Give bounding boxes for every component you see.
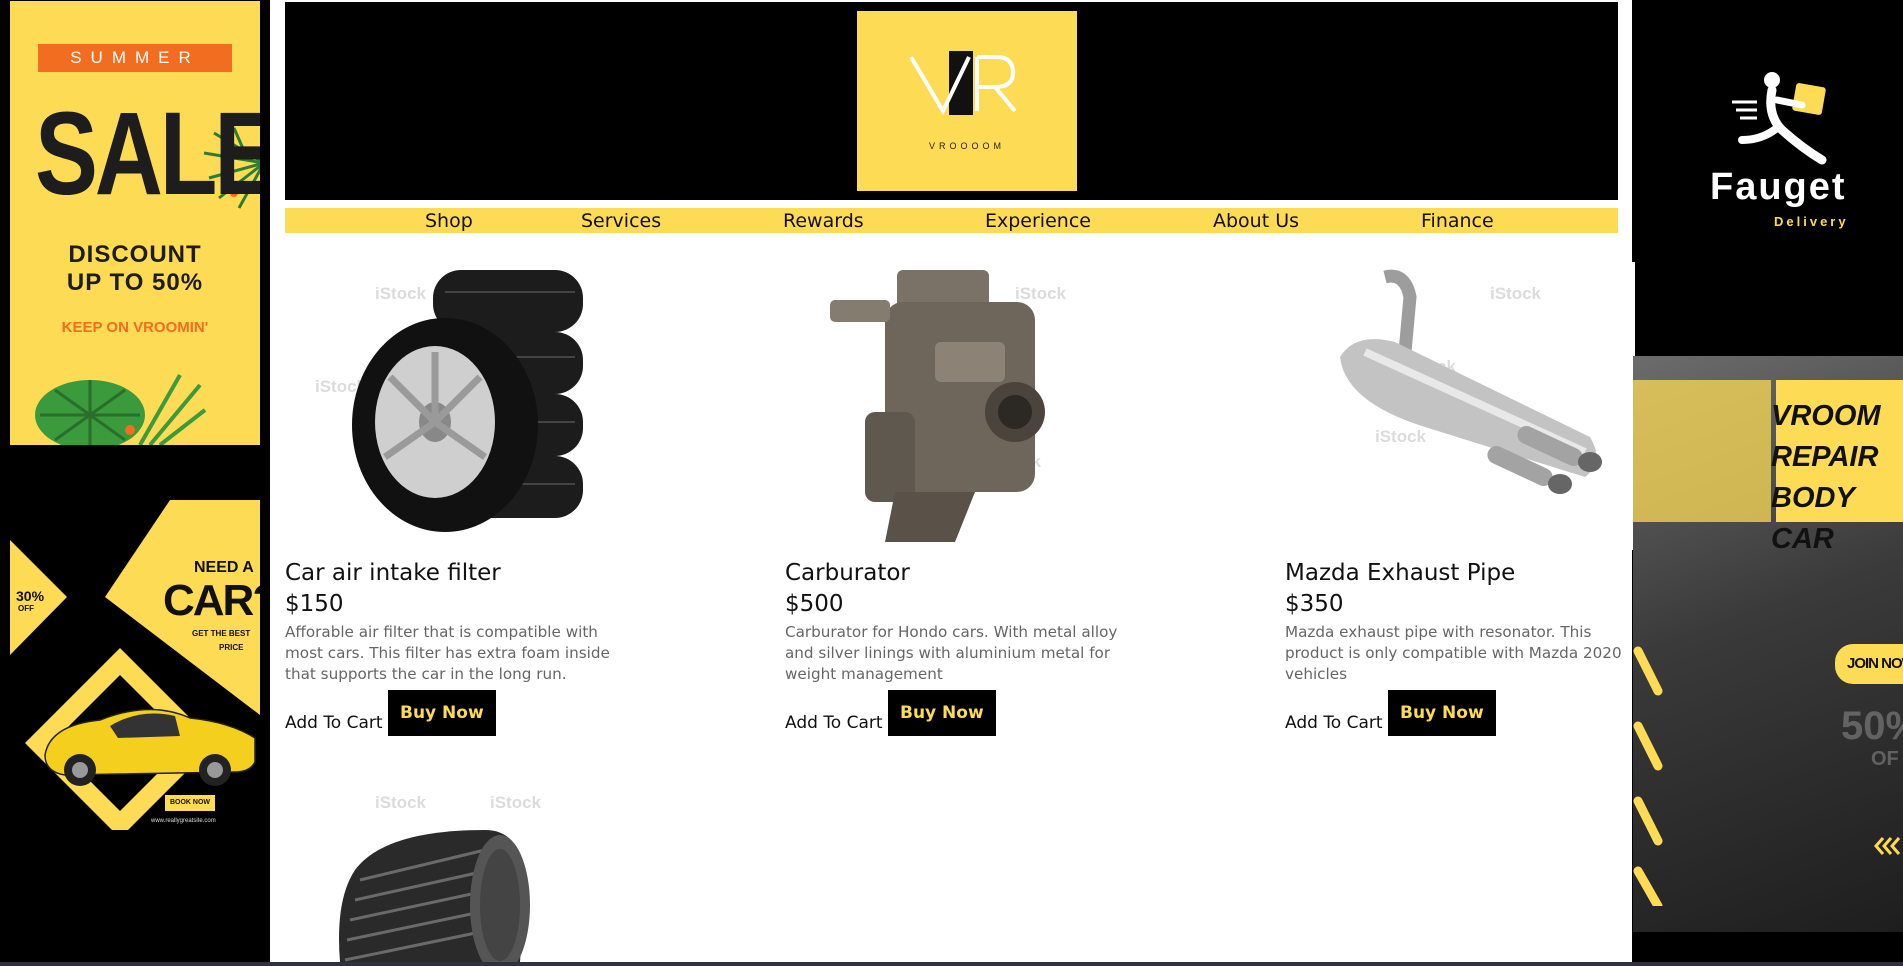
buy-now-button[interactable]: Buy Now <box>888 690 996 736</box>
repair-line-3: BODY CAR <box>1771 482 1855 555</box>
delivery-runner-icon <box>1732 72 1827 165</box>
summer-tagline: KEEP ON VROOMIN' <box>61 319 209 336</box>
main-site: VROOOOM Shop Services Rewards Experience… <box>270 0 1635 962</box>
discount-line-1: DISCOUNT <box>68 241 202 268</box>
need-a-car-ad[interactable]: 30% OFF NEED A CAR? GET THE BEST PRICE B… <box>10 500 260 830</box>
discount-line-2: UP TO 50% <box>66 269 204 296</box>
car-ad-best-price-1: GET THE BEST <box>192 629 251 638</box>
vr-logo-mark <box>909 51 1017 116</box>
summer-sale-ad[interactable]: SUMMER SALE DISCOUNT UP TO 50% KEEP ON V… <box>10 1 260 445</box>
logo-brand: VROOOOM <box>928 141 1005 151</box>
buy-now-button[interactable]: Buy Now <box>388 690 496 736</box>
car-ad-best-price-2: PRICE <box>219 643 244 652</box>
nav-finance[interactable]: Finance <box>1421 208 1494 234</box>
nav-experience[interactable]: Experience <box>985 208 1091 234</box>
fauget-name: Fauget <box>1710 166 1847 208</box>
book-now-button[interactable]: BOOK NOW <box>168 799 212 806</box>
product-name[interactable]: Car air intake filter <box>285 560 501 586</box>
product-name[interactable]: Carburator <box>785 560 910 586</box>
add-to-cart-button[interactable]: Add To Cart <box>1285 700 1383 746</box>
join-now-button[interactable]: JOIN NOW <box>1835 644 1903 684</box>
tires-icon <box>352 270 583 532</box>
fauget-sub: Delivery <box>1774 214 1849 229</box>
carburator-icon <box>830 270 1045 542</box>
chevrons-left-icon <box>1874 837 1901 855</box>
car-ad-car: CAR? <box>163 576 260 625</box>
product-description: Mazda exhaust pipe with resonator. This … <box>1285 623 1622 683</box>
main-nav: Shop Services Rewards Experience About U… <box>285 208 1618 233</box>
nav-shop[interactable]: Shop <box>425 208 473 234</box>
product-description: Afforable air filter that is compatible … <box>285 623 610 683</box>
car-ad-badge-pct: 30% <box>16 588 45 604</box>
product-image-carburator[interactable]: iStock iStock iStock <box>785 262 1135 550</box>
sale-heading: SALE <box>35 88 260 220</box>
product-image-exhaust[interactable]: iStock iStock iStock <box>1285 262 1635 550</box>
site-header: VROOOOM <box>285 2 1618 200</box>
summer-tag: SUMMER <box>38 44 232 72</box>
product-image-tires[interactable]: iStock iStock iStock <box>285 262 635 550</box>
nav-about-us[interactable]: About Us <box>1213 208 1299 234</box>
repair-photo-highlight <box>1633 380 1771 522</box>
yellow-stripes <box>1633 646 1663 906</box>
repair-line-1: VROOM <box>1771 400 1881 432</box>
car-ad-graphic <box>10 500 260 830</box>
discount-text: DISCOUNT UP TO 50% <box>10 241 260 297</box>
buy-now-button[interactable]: Buy Now <box>1388 690 1496 736</box>
product-price: $500 <box>785 591 844 617</box>
product-name[interactable]: Mazda Exhaust Pipe <box>1285 560 1515 586</box>
exhaust-pipe-icon <box>1340 269 1602 494</box>
product-description: Carburator for Hondo cars. With metal al… <box>785 623 1118 683</box>
vroom-repair-ad[interactable]: VROOM REPAIR BODY CAR JOIN NOW 50% OF <box>1633 356 1903 932</box>
product-price: $150 <box>285 591 344 617</box>
site-logo[interactable]: VROOOOM <box>857 11 1077 191</box>
nav-rewards[interactable]: Rewards <box>783 208 864 234</box>
repair-pct: 50% <box>1841 704 1903 748</box>
repair-line-2: REPAIR <box>1771 441 1879 473</box>
bottom-scroll-strip <box>0 962 1903 966</box>
monstera-leaf-icon <box>35 374 207 445</box>
product-image-air-filter[interactable]: iStock iStock <box>285 790 635 962</box>
repair-title: VROOM REPAIR BODY CAR <box>1771 396 1903 560</box>
nav-services[interactable]: Services <box>581 208 661 234</box>
add-to-cart-button[interactable]: Add To Cart <box>785 700 883 746</box>
repair-off: OF <box>1871 748 1899 770</box>
car-ad-badge-off: OFF <box>18 604 34 613</box>
air-filter-icon <box>339 830 530 962</box>
car-ad-need-a: NEED A <box>194 559 254 576</box>
fauget-delivery-ad[interactable]: Fauget Delivery <box>1647 0 1903 355</box>
add-to-cart-button[interactable]: Add To Cart <box>285 700 383 746</box>
product-price: $350 <box>1285 591 1344 617</box>
car-ad-website: www.reallygreatsite.com <box>151 818 216 824</box>
